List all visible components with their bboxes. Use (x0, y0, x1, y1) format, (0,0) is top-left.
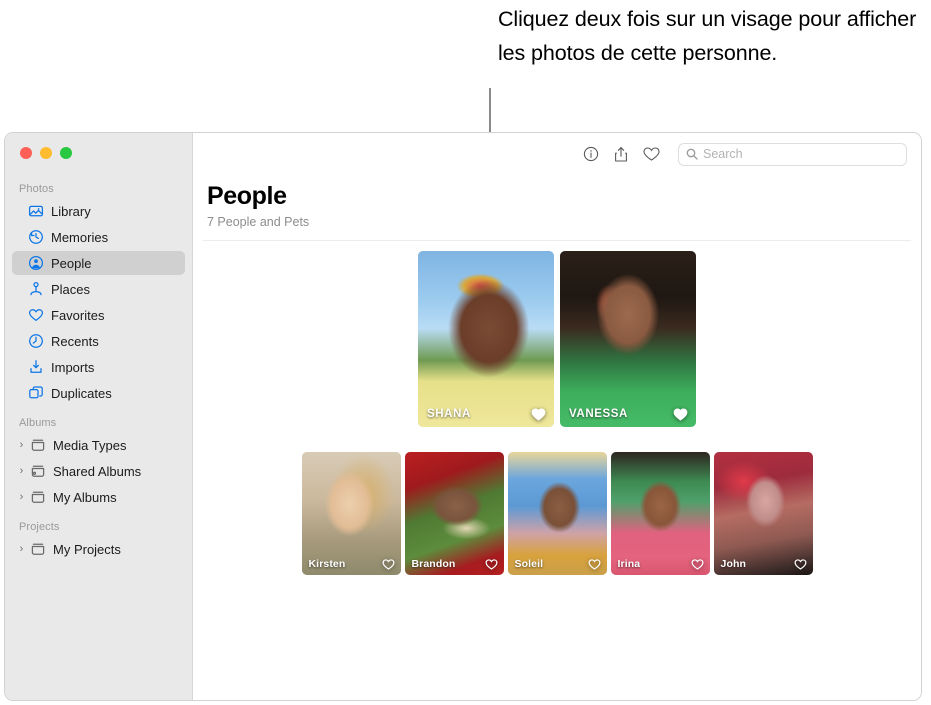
sidebar-item-places[interactable]: Places (12, 277, 185, 301)
photos-app-window: Photos Library Memories People Places Favorit… (4, 132, 922, 701)
sidebar-item-duplicates[interactable]: Duplicates (12, 381, 185, 405)
sidebar-item-label: My Albums (53, 489, 117, 505)
minimize-window-button[interactable] (40, 147, 52, 159)
heart-icon (27, 307, 44, 324)
sidebar-item-label: Media Types (53, 437, 127, 453)
favorite-heart-icon[interactable] (382, 558, 395, 571)
info-icon[interactable] (576, 141, 606, 167)
sidebar-section-albums: Albums › Media Types › Shared Albums › My Albu… (5, 417, 192, 509)
person-tile[interactable]: VANESSA (560, 251, 696, 427)
sidebar-item-memories[interactable]: Memories (12, 225, 185, 249)
sidebar-item-label: Memories (51, 229, 109, 245)
person-name: Brandon (411, 558, 456, 570)
chevron-right-icon[interactable]: › (15, 439, 28, 451)
person-tile[interactable]: Brandon (404, 452, 504, 575)
album-icon (29, 541, 46, 558)
sidebar-item-label: My Projects (53, 541, 121, 557)
shared-album-icon (29, 463, 46, 480)
sidebar-item-recents[interactable]: Recents (12, 329, 185, 353)
sidebar-item-label: Library (51, 203, 91, 219)
person-name: Kirsten (308, 558, 346, 570)
toolbar (193, 133, 921, 175)
album-icon (29, 437, 46, 454)
page-title: People (207, 182, 287, 210)
sidebar-item-label: Places (51, 281, 91, 297)
person-caption: Kirsten (302, 553, 401, 575)
sidebar-item-favorites[interactable]: Favorites (12, 303, 185, 327)
person-caption: Brandon (405, 553, 504, 575)
person-name: SHANA (427, 408, 471, 420)
sidebar-item-label: Favorites (51, 307, 105, 323)
favorite-heart-icon[interactable] (485, 558, 498, 571)
person-caption: Soleil (508, 553, 607, 575)
chevron-right-icon[interactable]: › (15, 491, 28, 503)
import-icon (27, 359, 44, 376)
sidebar-item-library[interactable]: Library (12, 199, 185, 223)
person-caption: VANESSA (560, 401, 696, 427)
album-icon (29, 489, 46, 506)
sidebar-item-people[interactable]: People (12, 251, 185, 275)
sidebar-section-title: Albums (19, 417, 57, 429)
search-box[interactable] (678, 142, 907, 166)
people-grid: SHANA VANESSA Kirsten Brandon Soleil Irina Jo… (193, 241, 921, 575)
duplicates-icon (27, 385, 44, 402)
sidebar-section-projects: Projects › My Projects (5, 521, 192, 561)
search-icon (686, 148, 698, 160)
favorite-heart-icon[interactable] (673, 407, 688, 422)
sidebar-item-my-albums[interactable]: › My Albums (12, 485, 185, 509)
chevron-right-icon[interactable]: › (15, 543, 28, 555)
search-input[interactable] (703, 147, 899, 161)
page-subtitle: 7 People and Pets (207, 215, 310, 229)
sidebar-item-shared-albums[interactable]: › Shared Albums (12, 459, 185, 483)
person-name: Soleil (514, 558, 544, 570)
sidebar-item-label: Imports (51, 359, 95, 375)
sidebar-item-label: Shared Albums (53, 463, 142, 479)
clock-icon (27, 333, 44, 350)
favorite-heart-icon[interactable] (531, 407, 546, 422)
chevron-right-icon[interactable]: › (15, 465, 28, 477)
sidebar-item-imports[interactable]: Imports (12, 355, 185, 379)
places-icon (27, 281, 44, 298)
sidebar-sections: Photos Library Memories People Places Favorit… (5, 133, 192, 561)
share-icon[interactable] (606, 141, 636, 167)
person-tile[interactable]: Kirsten (301, 452, 401, 575)
person-tile[interactable]: Irina (610, 452, 710, 575)
person-caption: Irina (611, 553, 710, 575)
person-name: Irina (617, 558, 641, 570)
window-traffic-lights (20, 147, 72, 159)
person-tile[interactable]: John (713, 452, 813, 575)
close-window-button[interactable] (20, 147, 32, 159)
callout-text: Cliquez deux fois sur un visage pour aff… (498, 7, 917, 65)
person-tile[interactable]: Soleil (507, 452, 607, 575)
sidebar-section-photos: Photos Library Memories People Places Favorit… (5, 183, 192, 405)
sidebar-item-media-types[interactable]: › Media Types (12, 433, 185, 457)
sidebar-item-label: Recents (51, 333, 99, 349)
person-name: John (720, 558, 746, 570)
sidebar-item-label: Duplicates (51, 385, 112, 401)
favorite-heart-icon[interactable] (794, 558, 807, 571)
person-caption: SHANA (418, 401, 554, 427)
zoom-window-button[interactable] (60, 147, 72, 159)
featured-people-row: SHANA VANESSA (193, 251, 921, 427)
favorite-icon[interactable] (636, 141, 666, 167)
person-name: VANESSA (569, 408, 628, 420)
sidebar-section-title: Photos (19, 183, 54, 195)
sidebar-section-title: Projects (19, 521, 60, 533)
person-caption: John (714, 553, 813, 575)
library-icon (27, 203, 44, 220)
people-icon (27, 255, 44, 272)
main-content: People 7 People and Pets SHANA VANESSA Ki… (193, 133, 921, 700)
person-tile[interactable]: SHANA (418, 251, 554, 427)
memories-icon (27, 229, 44, 246)
sidebar: Photos Library Memories People Places Favorit… (5, 133, 193, 700)
page-header: People 7 People and Pets (193, 175, 921, 229)
sidebar-item-my-projects[interactable]: › My Projects (12, 537, 185, 561)
screenshot-root: Cliquez deux fois sur un visage pour aff… (0, 0, 931, 705)
other-people-row: Kirsten Brandon Soleil Irina John (193, 452, 921, 575)
sidebar-item-label: People (51, 255, 92, 271)
favorite-heart-icon[interactable] (691, 558, 704, 571)
favorite-heart-icon[interactable] (588, 558, 601, 571)
